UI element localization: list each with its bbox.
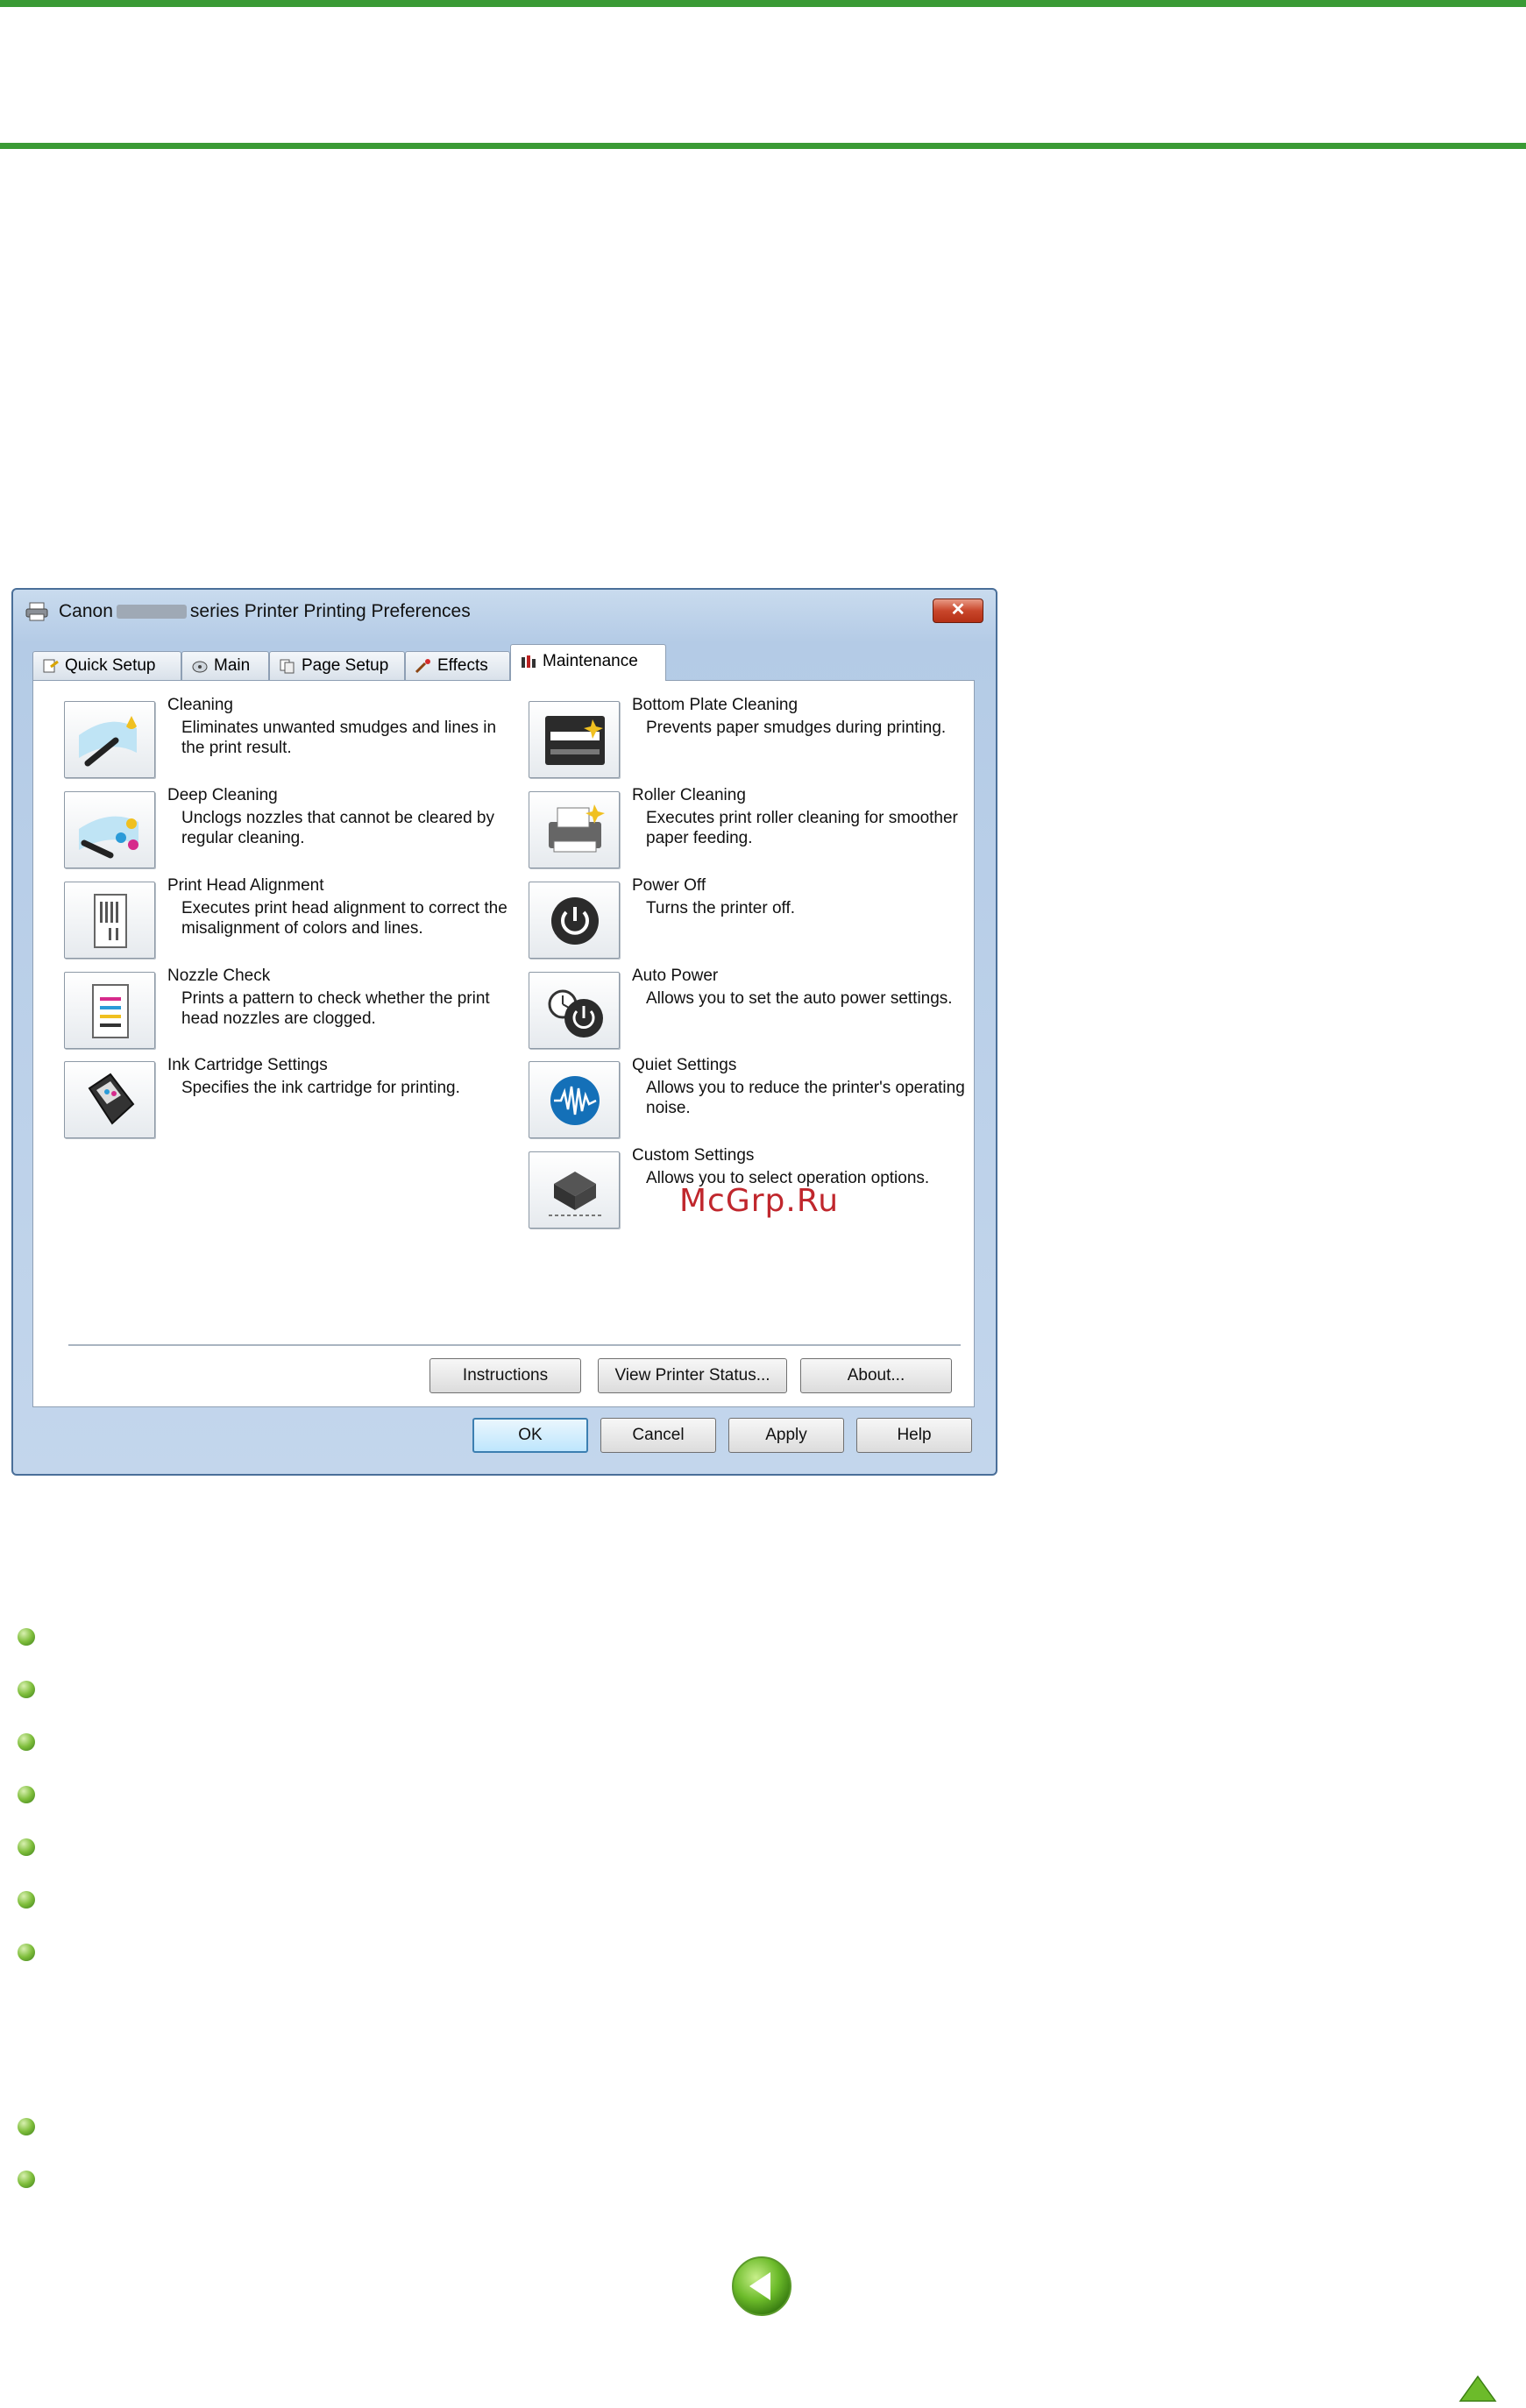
maintenance-icon bbox=[522, 655, 536, 668]
print-head-alignment-item: Print Head Alignment Executes print head… bbox=[64, 876, 520, 964]
dialog-titlebar: Canon series Printer Printing Preferences… bbox=[13, 590, 996, 634]
nozzle-check-icon bbox=[92, 984, 129, 1038]
watermark: McGrp.Ru bbox=[679, 1183, 840, 1219]
auto-power-icon bbox=[548, 989, 603, 1038]
dialog-title: Canon series Printer Printing Preferences bbox=[59, 601, 471, 622]
nozzle-check-button[interactable] bbox=[64, 972, 155, 1049]
tab-main-label: Main bbox=[214, 656, 251, 675]
main-icon bbox=[192, 661, 208, 673]
tab-effects-label: Effects bbox=[437, 656, 488, 675]
bullet-icon[interactable] bbox=[18, 2171, 35, 2188]
quiet-settings-description: Allows you to reduce the printer's opera… bbox=[646, 1079, 965, 1117]
auto-power-button[interactable] bbox=[529, 972, 620, 1049]
bullet-icon[interactable] bbox=[18, 1733, 35, 1751]
title-prefix: Canon bbox=[59, 601, 113, 621]
title-suffix: series Printer Printing Preferences bbox=[189, 601, 471, 621]
print-head-alignment-button[interactable] bbox=[64, 882, 155, 959]
deep-cleaning-icon bbox=[79, 816, 138, 859]
ink-cartridge-settings-item: Ink Cartridge Settings Specifies the ink… bbox=[64, 1056, 520, 1144]
roller-cleaning-item: Roller Cleaning Executes print roller cl… bbox=[529, 786, 984, 874]
tab-page-setup[interactable]: Page Setup bbox=[269, 651, 405, 680]
bullet-icon[interactable] bbox=[18, 1681, 35, 1698]
tab-maintenance-label: Maintenance bbox=[543, 652, 638, 670]
roller-cleaning-description: Executes print roller cleaning for smoot… bbox=[646, 809, 958, 847]
custom-settings-button[interactable] bbox=[529, 1151, 620, 1229]
bullet-icon[interactable] bbox=[18, 1838, 35, 1856]
ok-button[interactable]: OK bbox=[472, 1418, 588, 1453]
print-head-alignment-label: Print Head Alignment bbox=[167, 876, 324, 895]
print-head-alignment-icon bbox=[94, 894, 127, 948]
tab-main[interactable]: Main bbox=[181, 651, 269, 680]
ink-cartridge-settings-button[interactable] bbox=[64, 1061, 155, 1138]
bullet-icon[interactable] bbox=[18, 1786, 35, 1803]
bullet-icon[interactable] bbox=[18, 1628, 35, 1646]
top-rule bbox=[0, 0, 1526, 7]
power-off-description: Turns the printer off. bbox=[646, 899, 796, 917]
view-printer-status-button[interactable]: View Printer Status... bbox=[598, 1358, 787, 1393]
about-button[interactable]: About... bbox=[800, 1358, 952, 1393]
cleaning-description: Eliminates unwanted smudges and lines in… bbox=[181, 719, 497, 757]
tab-maintenance[interactable]: Maintenance bbox=[510, 644, 666, 681]
nozzle-check-label: Nozzle Check bbox=[167, 967, 271, 985]
back-arrow-icon[interactable] bbox=[730, 2255, 793, 2318]
deep-cleaning-item: Deep Cleaning Unclogs nozzles that canno… bbox=[64, 786, 520, 874]
bottom-plate-cleaning-description: Prevents paper smudges during printing. bbox=[646, 719, 947, 737]
bullet-icon[interactable] bbox=[18, 2118, 35, 2135]
tab-quick-setup-label: Quick Setup bbox=[65, 656, 156, 675]
help-button[interactable]: Help bbox=[856, 1418, 972, 1453]
quiet-settings-button[interactable] bbox=[529, 1061, 620, 1138]
quiet-settings-icon bbox=[550, 1076, 600, 1125]
cancel-button[interactable]: Cancel bbox=[600, 1418, 716, 1453]
cleaning-item: Cleaning Eliminates unwanted smudges and… bbox=[64, 696, 520, 783]
tab-effects[interactable]: Effects bbox=[405, 651, 510, 680]
auto-power-label: Auto Power bbox=[632, 967, 719, 985]
header-rule bbox=[0, 143, 1526, 149]
ink-cartridge-settings-description: Specifies the ink cartridge for printing… bbox=[181, 1079, 460, 1097]
tab-page-setup-label: Page Setup bbox=[302, 656, 389, 675]
power-off-button[interactable] bbox=[529, 882, 620, 959]
panel-separator bbox=[68, 1344, 961, 1346]
page-top-arrow-icon[interactable] bbox=[1459, 2375, 1497, 2403]
cleaning-label: Cleaning bbox=[167, 696, 233, 714]
bottom-plate-cleaning-item: Bottom Plate Cleaning Prevents paper smu… bbox=[529, 696, 984, 783]
power-off-item: Power Off Turns the printer off. bbox=[529, 876, 984, 964]
cleaning-icon bbox=[79, 716, 137, 767]
ink-cartridge-icon bbox=[88, 1073, 135, 1125]
close-button[interactable]: ✕ bbox=[933, 598, 983, 623]
power-off-icon bbox=[551, 897, 599, 945]
roller-cleaning-label: Roller Cleaning bbox=[632, 786, 746, 804]
apply-button[interactable]: Apply bbox=[728, 1418, 844, 1453]
roller-cleaning-button[interactable] bbox=[529, 791, 620, 868]
deep-cleaning-button[interactable] bbox=[64, 791, 155, 868]
bottom-plate-cleaning-button[interactable] bbox=[529, 701, 620, 778]
custom-settings-icon bbox=[549, 1172, 601, 1216]
printing-preferences-dialog: Canon series Printer Printing Preferences… bbox=[11, 588, 997, 1476]
nozzle-check-description: Prints a pattern to check whether the pr… bbox=[181, 989, 490, 1028]
custom-settings-label: Custom Settings bbox=[632, 1146, 755, 1165]
roller-cleaning-icon bbox=[549, 804, 605, 853]
model-name-redacted bbox=[116, 605, 187, 620]
page-setup-icon bbox=[280, 659, 295, 674]
bottom-plate-cleaning-label: Bottom Plate Cleaning bbox=[632, 696, 798, 714]
auto-power-description: Allows you to set the auto power setting… bbox=[646, 989, 953, 1008]
quiet-settings-label: Quiet Settings bbox=[632, 1056, 737, 1074]
power-off-label: Power Off bbox=[632, 876, 706, 895]
bullet-icon[interactable] bbox=[18, 1944, 35, 1961]
tab-quick-setup[interactable]: Quick Setup bbox=[32, 651, 181, 680]
bullet-icon[interactable] bbox=[18, 1891, 35, 1909]
nozzle-check-item: Nozzle Check Prints a pattern to check w… bbox=[64, 967, 520, 1054]
deep-cleaning-label: Deep Cleaning bbox=[167, 786, 278, 804]
print-head-alignment-description: Executes print head alignment to correct… bbox=[181, 899, 507, 938]
deep-cleaning-description: Unclogs nozzles that cannot be cleared b… bbox=[181, 809, 494, 847]
cleaning-button[interactable] bbox=[64, 701, 155, 778]
auto-power-item: Auto Power Allows you to set the auto po… bbox=[529, 967, 984, 1054]
effects-icon bbox=[415, 658, 430, 674]
instructions-button[interactable]: Instructions bbox=[429, 1358, 581, 1393]
quick-setup-icon bbox=[43, 659, 59, 673]
bottom-plate-cleaning-icon bbox=[545, 716, 605, 765]
ink-cartridge-settings-label: Ink Cartridge Settings bbox=[167, 1056, 328, 1074]
printer-icon bbox=[25, 602, 48, 621]
quiet-settings-item: Quiet Settings Allows you to reduce the … bbox=[529, 1056, 984, 1144]
